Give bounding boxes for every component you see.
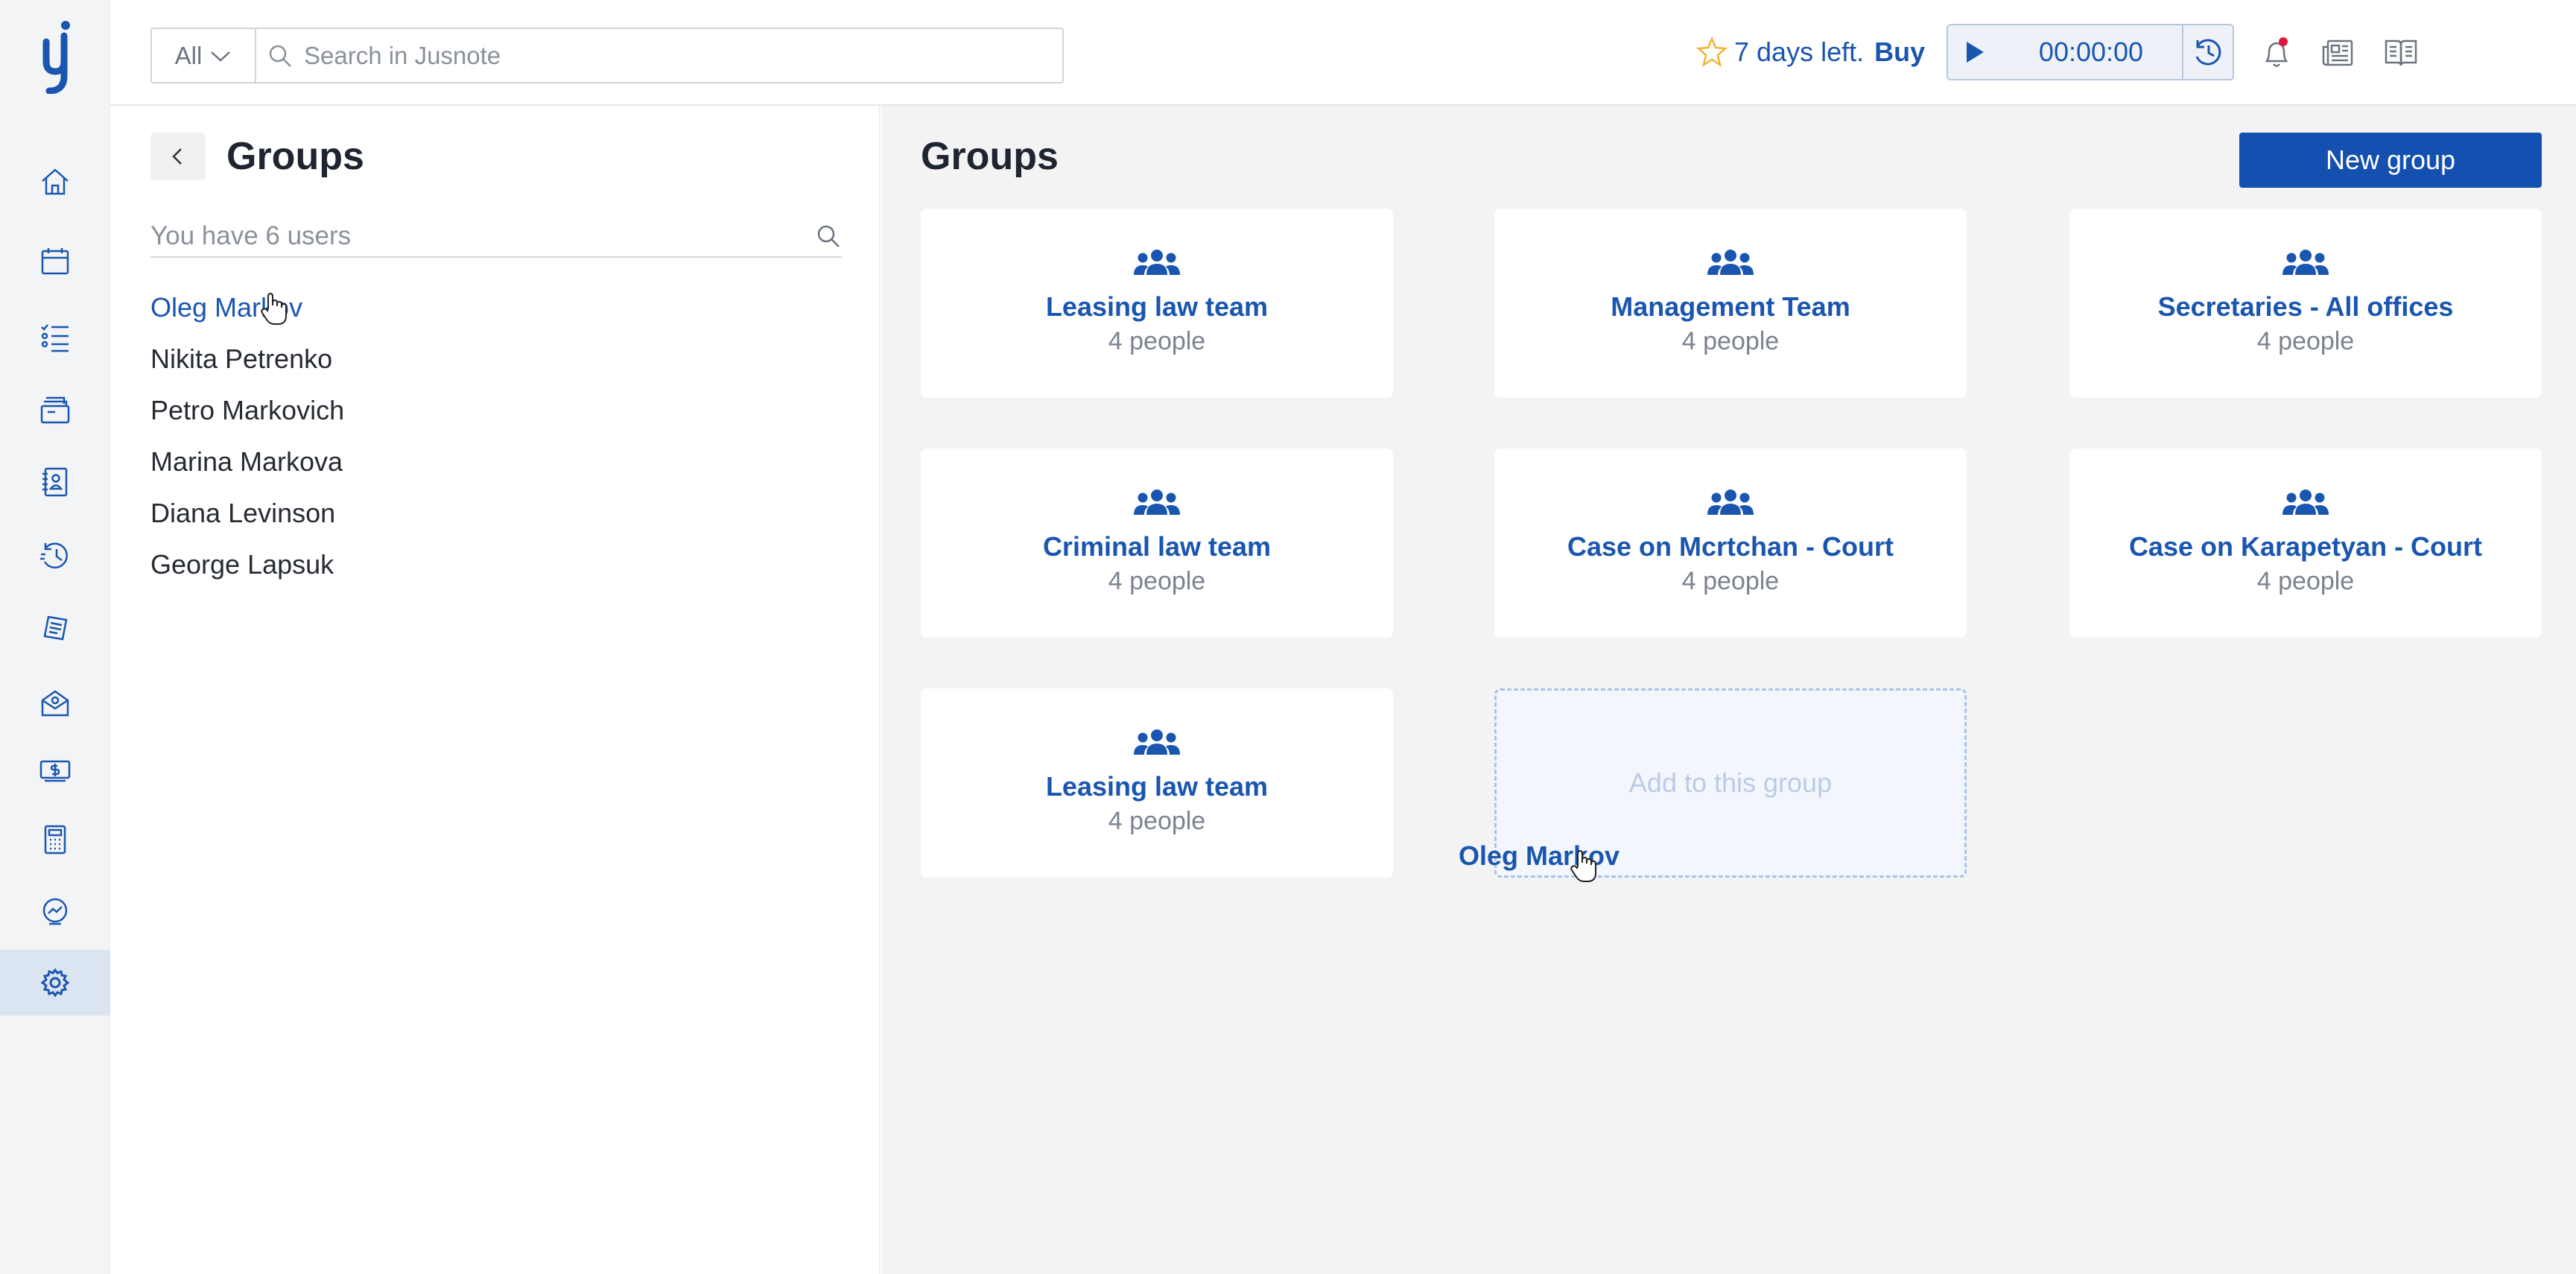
sidebar-item-communications[interactable] [0, 671, 110, 736]
history-icon [2195, 39, 2221, 66]
sidebar-item-accounts[interactable] [0, 807, 110, 872]
group-name: Case on Karapetyan - Court [2128, 531, 2483, 562]
timer-play-button[interactable] [1948, 39, 2000, 65]
sidebar-item-time-entries[interactable] [0, 523, 110, 589]
drop-zone-label: Add to this group [1628, 767, 1833, 798]
group-name: Criminal law team [1042, 531, 1272, 562]
users-group-icon [2282, 250, 2329, 275]
task-list-icon [41, 324, 69, 352]
users-panel-title: Groups [226, 135, 364, 178]
money-icon [39, 760, 71, 782]
folders-icon [40, 396, 70, 424]
groups-title: Groups [921, 135, 1059, 178]
calendar-icon [41, 248, 69, 275]
documents-icon [43, 615, 68, 641]
group-member-count: 4 people [1108, 807, 1206, 835]
users-panel: Groups Oleg Markov Nikita Petrenko Petro… [110, 106, 881, 1274]
group-name: Case on Mcrtchan - Court [1567, 531, 1894, 562]
users-group-icon [1134, 250, 1180, 275]
group-card[interactable]: Secretaries - All offices 4 people [2069, 209, 2542, 398]
users-group-icon [1707, 250, 1754, 275]
user-search [150, 216, 842, 258]
search-icon-wrap [256, 43, 304, 69]
sidebar [0, 0, 110, 1274]
hand-cursor-icon [1570, 849, 1596, 882]
history-clock-icon [40, 542, 68, 568]
top-header: All 7 days left. Buy 00:00:00 [110, 0, 2576, 106]
user-item[interactable]: George Lapsuk [150, 539, 344, 590]
chevron-down-icon [211, 51, 231, 62]
group-member-count: 4 people [2256, 327, 2355, 355]
user-item[interactable]: Nikita Petrenko [150, 333, 344, 384]
sidebar-item-calendar[interactable] [0, 229, 110, 294]
search-input[interactable] [304, 29, 1062, 82]
global-search: All [150, 28, 1064, 83]
group-card[interactable]: Case on Mcrtchan - Court 4 people [1494, 449, 1967, 638]
sidebar-item-home[interactable] [0, 149, 110, 215]
group-card[interactable]: Management Team 4 people [1494, 209, 1967, 398]
star-icon [1695, 36, 1728, 67]
open-book-icon [2385, 39, 2417, 66]
home-icon [42, 168, 69, 195]
chevron-left-icon [172, 148, 182, 165]
news-button[interactable] [2318, 33, 2358, 73]
search-icon[interactable] [815, 223, 842, 250]
user-item[interactable]: Oleg Markov [150, 282, 344, 333]
users-group-icon [1134, 729, 1180, 755]
group-member-count: 4 people [1108, 567, 1206, 595]
group-name: Leasing law team [1045, 771, 1269, 802]
newspaper-icon [2322, 39, 2353, 66]
hand-cursor-icon [261, 292, 287, 325]
trial-text: 7 days left. [1734, 37, 1865, 67]
trial-notice: 7 days left. Buy [1695, 31, 1925, 73]
user-list: Oleg Markov Nikita Petrenko Petro Markov… [150, 282, 344, 590]
gear-icon [40, 968, 70, 998]
group-member-count: 4 people [1681, 327, 1780, 355]
sidebar-item-payments[interactable] [0, 738, 110, 803]
sidebar-item-contacts[interactable] [0, 449, 110, 515]
users-group-icon [1707, 489, 1754, 515]
bell-icon [2265, 37, 2288, 67]
back-button[interactable] [150, 133, 206, 180]
group-card[interactable]: Criminal law team 4 people [921, 449, 1393, 638]
search-scope-select[interactable]: All [152, 29, 256, 82]
analytics-icon [42, 898, 68, 925]
user-search-input[interactable] [150, 221, 815, 251]
users-group-icon [2282, 489, 2329, 515]
group-member-count: 4 people [2256, 567, 2355, 595]
sidebar-item-reports[interactable] [0, 879, 110, 945]
app-logo[interactable] [33, 19, 77, 95]
sidebar-item-matters[interactable] [0, 377, 110, 443]
sidebar-item-settings[interactable] [0, 950, 110, 1015]
sidebar-item-billing[interactable] [0, 596, 110, 662]
user-item[interactable]: Petro Markovich [150, 384, 344, 436]
group-name: Leasing law team [1045, 291, 1269, 322]
search-icon [269, 45, 291, 67]
group-card[interactable]: Leasing law team 4 people [921, 209, 1393, 398]
timer-value: 00:00:00 [2038, 37, 2144, 67]
timer-history-button[interactable] [2182, 25, 2233, 79]
new-group-button[interactable]: New group [2239, 133, 2542, 188]
mail-icon [41, 690, 69, 717]
knowledge-base-button[interactable] [2381, 33, 2421, 73]
calculator-icon [44, 825, 66, 855]
group-name: Secretaries - All offices [2157, 291, 2454, 322]
sidebar-item-tasks[interactable] [0, 305, 110, 370]
search-scope-value: All [174, 41, 203, 69]
group-card[interactable]: Leasing law team 4 people [921, 688, 1393, 878]
play-icon [1967, 42, 1984, 63]
buy-link[interactable]: Buy [1874, 37, 1925, 68]
timer-widget: 00:00:00 [1947, 24, 2234, 80]
users-group-icon [1134, 489, 1180, 515]
notifications-button[interactable] [2256, 33, 2297, 73]
groups-main: Groups New group Leasing law team 4 peop… [882, 106, 2576, 1274]
group-name: Management Team [1611, 291, 1850, 322]
group-member-count: 4 people [1108, 327, 1206, 355]
user-item[interactable]: Marina Markova [150, 436, 344, 487]
contacts-book-icon [42, 467, 68, 497]
group-member-count: 4 people [1681, 567, 1780, 595]
group-card[interactable]: Case on Karapetyan - Court 4 people [2069, 449, 2542, 638]
user-item[interactable]: Diana Levinson [150, 487, 344, 539]
